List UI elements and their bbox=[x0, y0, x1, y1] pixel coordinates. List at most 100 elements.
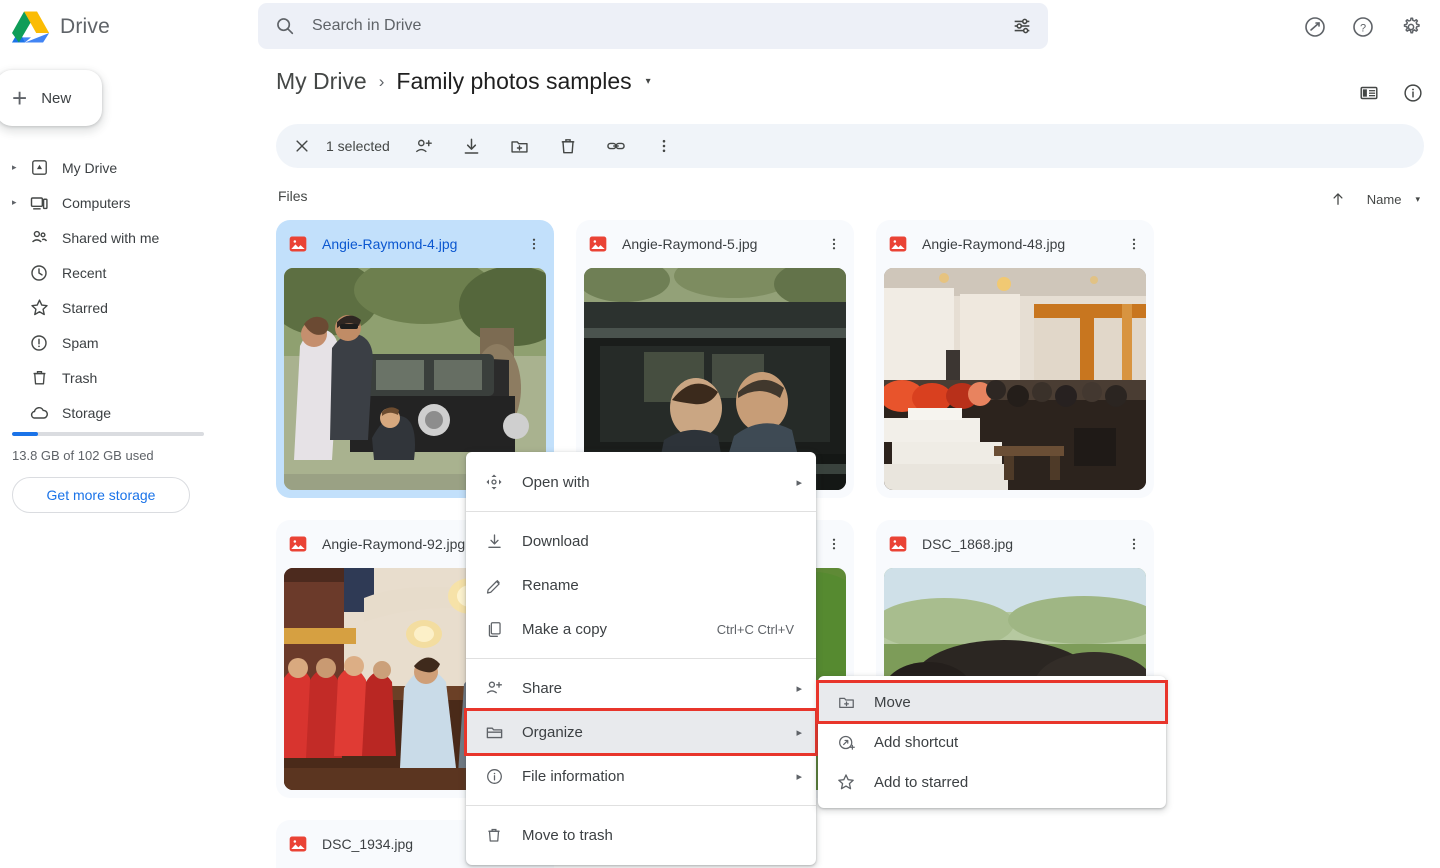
search-filter-button[interactable] bbox=[1000, 4, 1044, 48]
menu-item-label: Move to trash bbox=[522, 826, 613, 844]
toolbar-download-button[interactable] bbox=[452, 126, 492, 166]
new-button[interactable]: + New bbox=[0, 70, 102, 126]
sidebar: + New ▸ My Drive ▸ Computers Shared with… bbox=[0, 62, 256, 868]
storage-progress-fill bbox=[12, 432, 38, 436]
list-view-button[interactable] bbox=[1350, 74, 1388, 112]
star-icon bbox=[26, 297, 52, 318]
chevron-right-icon[interactable]: ▸ bbox=[12, 197, 26, 208]
rename-pen-icon bbox=[482, 576, 506, 595]
search-input[interactable] bbox=[312, 17, 1000, 35]
chevron-right-icon[interactable]: ▸ bbox=[12, 162, 26, 173]
clock-icon bbox=[26, 263, 52, 283]
toolbar-delete-button[interactable] bbox=[548, 126, 588, 166]
help-button[interactable]: ? bbox=[1344, 8, 1382, 46]
tune-filter-icon bbox=[1014, 18, 1030, 34]
folder-icon bbox=[482, 723, 506, 742]
file-more-options-icon[interactable] bbox=[1120, 230, 1148, 258]
menu-item-file-information[interactable]: File information ▸ bbox=[466, 754, 816, 798]
menu-item-move-to-trash[interactable]: Move to trash bbox=[466, 813, 816, 857]
settings-button[interactable] bbox=[1392, 8, 1430, 46]
sidebar-label: Recent bbox=[62, 264, 107, 281]
jpg-image-icon bbox=[889, 536, 907, 552]
share-person-add-icon bbox=[416, 139, 433, 152]
sidebar-item-recent[interactable]: ▸ Recent bbox=[0, 255, 236, 290]
file-thumbnail[interactable] bbox=[884, 268, 1146, 490]
sidebar-item-starred[interactable]: ▸ Starred bbox=[0, 290, 236, 325]
storage-progress-track bbox=[12, 432, 204, 436]
file-card[interactable]: Angie-Raymond-48.jpg bbox=[876, 220, 1154, 498]
computers-icon bbox=[26, 193, 52, 213]
file-name: Angie-Raymond-5.jpg bbox=[622, 236, 758, 252]
move-to-folder-icon bbox=[511, 140, 528, 153]
get-more-storage-button[interactable]: Get more storage bbox=[12, 477, 190, 513]
menu-item-organize[interactable]: Organize ▸ bbox=[464, 708, 818, 756]
sidebar-label: My Drive bbox=[62, 159, 118, 176]
drive-logo-icon bbox=[12, 11, 50, 43]
file-more-options-icon[interactable] bbox=[820, 230, 848, 258]
sidebar-item-trash[interactable]: ▸ Trash bbox=[0, 360, 236, 395]
sort-direction-button[interactable] bbox=[1319, 180, 1357, 218]
file-more-options-icon[interactable] bbox=[1120, 530, 1148, 558]
sidebar-nav-list: ▸ My Drive ▸ Computers Shared with me Re… bbox=[0, 150, 236, 430]
file-name: Angie-Raymond-4.jpg bbox=[322, 236, 458, 252]
sidebar-item-shared-with-me[interactable]: ▸ Shared with me bbox=[0, 220, 236, 255]
toolbar-more-options-button[interactable] bbox=[644, 126, 684, 166]
submenu-item-move[interactable]: Move bbox=[816, 680, 1168, 724]
menu-item-label: Rename bbox=[522, 576, 579, 594]
menu-item-open-with[interactable]: Open with ▸ bbox=[466, 460, 816, 504]
menu-item-rename[interactable]: Rename bbox=[466, 563, 816, 607]
file-more-options-icon[interactable] bbox=[520, 230, 548, 258]
menu-item-download[interactable]: Download bbox=[466, 519, 816, 563]
menu-item-label: File information bbox=[522, 767, 625, 785]
menu-item-label: Organize bbox=[522, 723, 583, 741]
menu-item-make-a-copy[interactable]: Make a copy Ctrl+C Ctrl+V bbox=[466, 607, 816, 651]
chevron-down-icon[interactable]: ▾ bbox=[646, 76, 651, 87]
search-bar[interactable] bbox=[258, 3, 1048, 49]
menu-item-share[interactable]: Share ▸ bbox=[466, 666, 816, 710]
breadcrumb-actions bbox=[1350, 74, 1432, 112]
toolbar-share-button[interactable] bbox=[404, 126, 444, 166]
info-icon bbox=[1404, 84, 1422, 102]
menu-item-label: Open with bbox=[522, 473, 590, 491]
spam-icon bbox=[26, 333, 52, 353]
file-more-options-icon[interactable] bbox=[820, 530, 848, 558]
sort-controls: Name ▾ bbox=[1319, 180, 1420, 218]
toolbar-get-link-button[interactable] bbox=[596, 126, 636, 166]
breadcrumb-current-folder[interactable]: Family photos samples bbox=[396, 68, 631, 95]
drive-brand[interactable]: Drive bbox=[10, 8, 110, 46]
details-info-button[interactable] bbox=[1394, 74, 1432, 112]
chevron-down-icon[interactable]: ▾ bbox=[1415, 194, 1420, 205]
sidebar-item-my-drive[interactable]: ▸ My Drive bbox=[0, 150, 236, 185]
sidebar-item-spam[interactable]: ▸ Spam bbox=[0, 325, 236, 360]
toolbar-move-button[interactable] bbox=[500, 126, 540, 166]
sort-field-label[interactable]: Name bbox=[1367, 192, 1402, 207]
submenu-item-add-shortcut[interactable]: Add shortcut bbox=[818, 722, 1166, 762]
selection-count-label: 1 selected bbox=[326, 138, 390, 154]
clear-selection-button[interactable] bbox=[284, 128, 320, 164]
breadcrumb: My Drive › Family photos samples ▾ bbox=[276, 68, 651, 95]
info-icon bbox=[482, 767, 506, 786]
support-button[interactable] bbox=[1296, 8, 1334, 46]
files-section-header: Files Name ▾ bbox=[276, 178, 1424, 218]
jpg-image-icon bbox=[289, 836, 307, 852]
gear-icon bbox=[1403, 17, 1420, 34]
sidebar-item-computers[interactable]: ▸ Computers bbox=[0, 185, 236, 220]
jpg-image-icon bbox=[589, 236, 607, 252]
breadcrumb-my-drive[interactable]: My Drive bbox=[276, 68, 367, 95]
submenu-item-add-to-starred[interactable]: Add to starred bbox=[818, 762, 1166, 802]
file-card-header: DSC_1868.jpg bbox=[876, 520, 1154, 568]
svg-text:?: ? bbox=[1360, 23, 1366, 35]
help-icon: ? bbox=[1353, 17, 1373, 37]
sidebar-item-storage[interactable]: ▸ Storage bbox=[0, 395, 236, 430]
menu-item-label: Make a copy bbox=[522, 620, 608, 638]
google-drive-window: Drive Search in Drive ? + New ▸ My Drive… bbox=[0, 0, 1440, 868]
menu-divider bbox=[466, 658, 816, 659]
selection-toolbar: 1 selected bbox=[276, 124, 1424, 168]
sidebar-label: Shared with me bbox=[62, 229, 160, 246]
menu-divider bbox=[466, 805, 816, 806]
shared-with-me-icon bbox=[26, 227, 52, 248]
more-options-icon bbox=[662, 139, 666, 153]
jpg-image-icon bbox=[289, 236, 307, 252]
list-view-icon bbox=[1360, 86, 1378, 100]
breadcrumb-separator-icon: › bbox=[378, 71, 385, 91]
